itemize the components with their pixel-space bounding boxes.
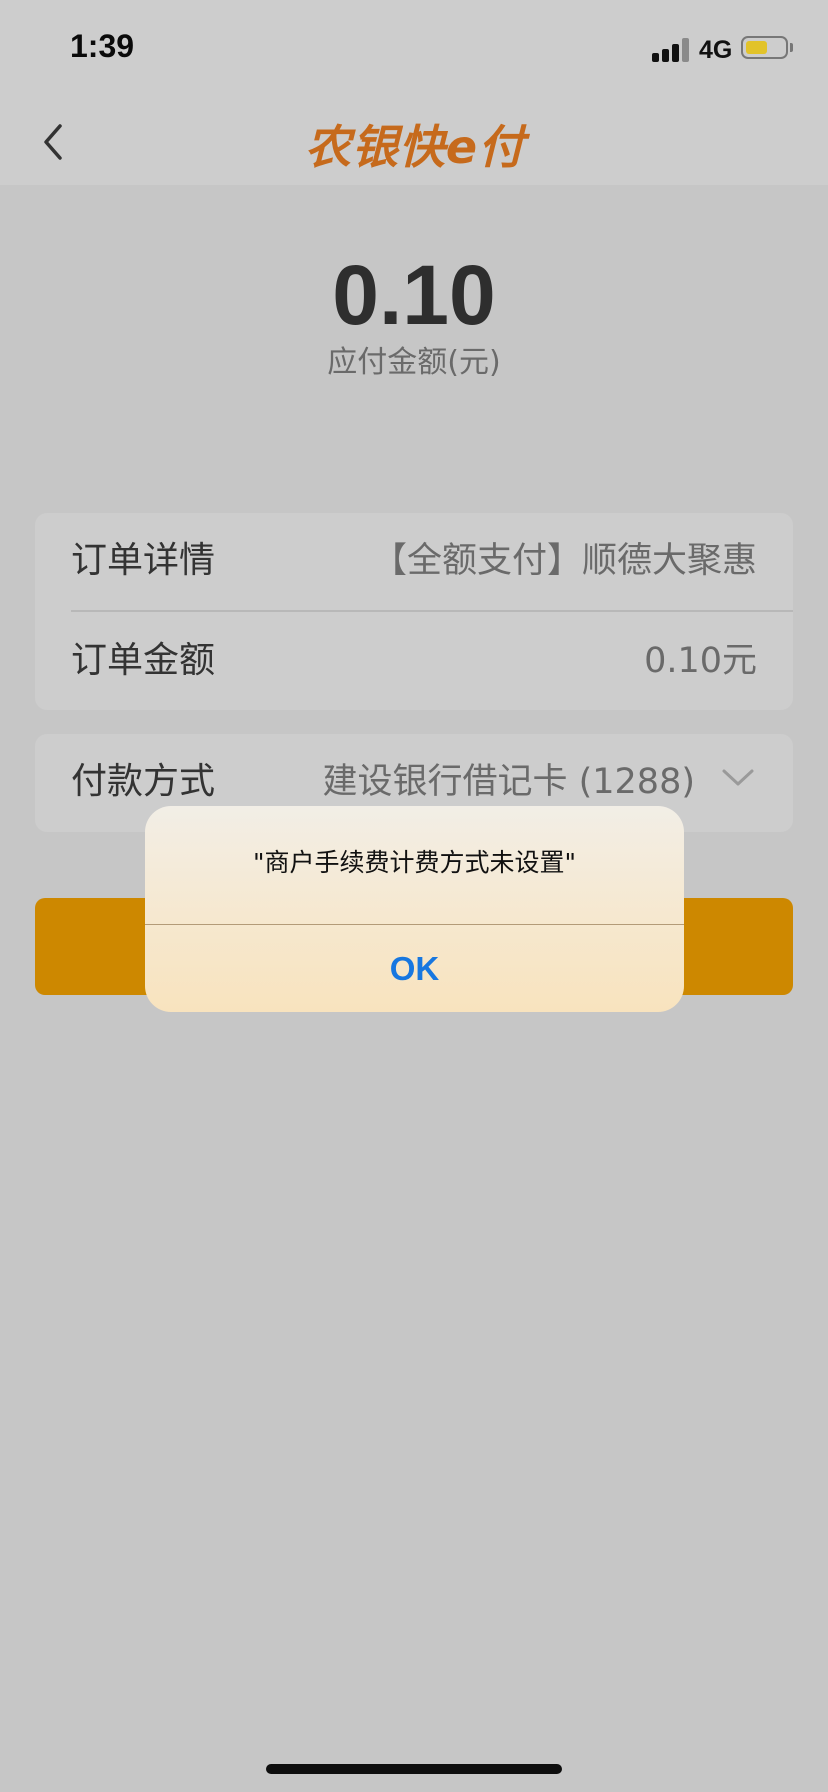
back-chevron-icon[interactable] <box>38 120 68 164</box>
payment-method-value: 建设银行借记卡 (1288) <box>322 762 695 802</box>
battery-level <box>746 41 767 54</box>
nav-bar: 农银快e付 <box>0 100 828 185</box>
signal-icon <box>652 38 690 62</box>
payment-method-label: 付款方式 <box>71 761 216 802</box>
order-amount-value: 0.10元 <box>644 641 757 681</box>
order-info-card: 订单详情 【全额支付】顺德大聚惠 订单金额 0.10元 <box>35 513 793 710</box>
status-time: 1:39 <box>70 28 135 64</box>
order-amount-label: 订单金额 <box>71 640 216 681</box>
alert-message: "商户手续费计费方式未设置" <box>253 848 576 877</box>
brand-logo-text: 农银快e付 <box>304 120 526 174</box>
network-label: 4G <box>699 36 733 64</box>
brand-logo: 农银快e付 <box>290 114 540 174</box>
order-detail-value: 【全额支付】顺德大聚惠 <box>371 541 757 581</box>
card-divider <box>71 610 793 612</box>
battery-cap <box>790 43 793 52</box>
chevron-down-icon[interactable] <box>721 768 755 788</box>
alert-dialog: "商户手续费计费方式未设置" OK <box>145 806 684 1012</box>
payable-amount: 0.10 <box>332 248 496 342</box>
home-indicator[interactable] <box>266 1764 562 1774</box>
alert-ok-button[interactable]: OK <box>145 925 684 1012</box>
status-bar: 1:39 4G <box>0 0 828 100</box>
battery-icon <box>741 36 788 59</box>
payable-amount-label: 应付金额(元) <box>327 345 501 380</box>
order-detail-label: 订单详情 <box>71 540 216 581</box>
